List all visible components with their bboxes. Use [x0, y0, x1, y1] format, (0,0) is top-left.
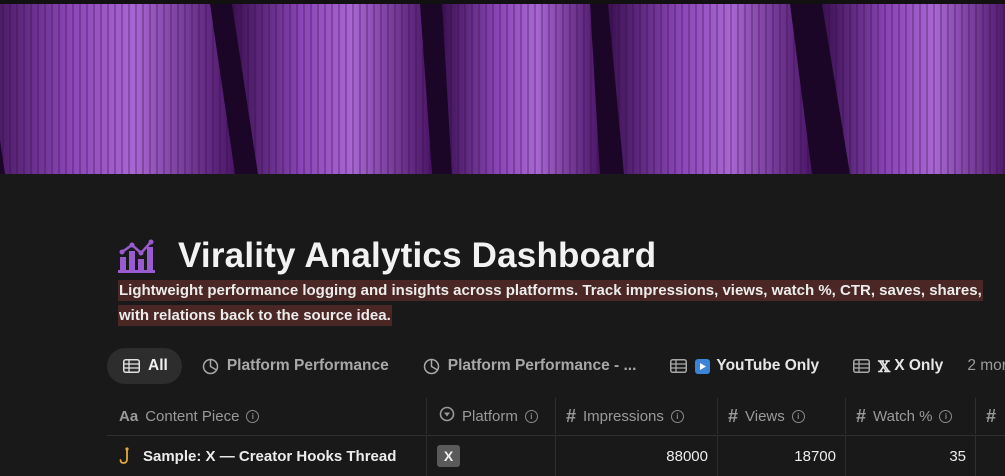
tab-youtube-only[interactable]: YouTube Only [654, 348, 833, 384]
column-label: Content Piece [145, 407, 240, 425]
cover-image[interactable] [0, 0, 1005, 174]
cell-next[interactable] [976, 436, 1005, 476]
hook-icon [119, 447, 133, 465]
youtube-play-icon [695, 358, 711, 374]
page-title[interactable]: Virality Analytics Dashboard [178, 236, 656, 276]
page-description[interactable]: Lightweight performance logging and insi… [118, 279, 988, 328]
page-header: Virality Analytics Dashboard [118, 232, 656, 280]
column-header-views[interactable]: # Views i [718, 398, 846, 434]
tab-x-only[interactable]: 𝕏 X Only [837, 348, 957, 384]
tab-platform-performance-2[interactable]: Platform Performance - ... [407, 348, 651, 384]
info-icon: i [939, 409, 953, 423]
table-icon [670, 359, 688, 373]
tab-label: X Only [894, 357, 944, 374]
cell-content-piece[interactable]: Sample: X — Creator Hooks Thread [107, 436, 427, 476]
tab-all[interactable]: All [107, 348, 182, 384]
number-property-icon: # [986, 405, 997, 426]
page-description-text: Lightweight performance logging and insi… [118, 280, 983, 326]
content-piece-title: Sample: X — Creator Hooks Thread [143, 447, 397, 465]
table-header: Aa Content Piece i Platform i # Impressi… [107, 398, 1005, 434]
pie-chart-icon [202, 358, 219, 375]
tab-label: YouTube Only [716, 357, 820, 374]
column-header-content-piece[interactable]: Aa Content Piece i [107, 398, 427, 434]
cell-platform[interactable]: X [427, 436, 556, 476]
info-icon: i [670, 409, 684, 423]
tab-label: Platform Performance - ... [447, 357, 637, 374]
column-header-watch-pct[interactable]: # Watch % i [846, 398, 976, 434]
view-tabs: All Platform Performance Platform Perfor… [107, 347, 1005, 385]
tab-label: Platform Performance [226, 357, 389, 374]
select-property-icon [439, 406, 455, 426]
cell-watch-pct[interactable]: 35 [846, 436, 976, 476]
table-icon [123, 359, 140, 373]
info-icon: i [246, 409, 260, 423]
info-icon: i [791, 409, 805, 423]
number-property-icon: # [728, 405, 739, 426]
more-views-button[interactable]: 2 mor [961, 357, 1005, 375]
text-property-icon: Aa [119, 407, 139, 425]
column-label: Views [745, 407, 785, 425]
table-icon [853, 359, 871, 373]
column-header-platform[interactable]: Platform i [427, 398, 556, 434]
table-row[interactable]: Sample: X — Creator Hooks Thread X 88000… [107, 435, 1005, 476]
number-property-icon: # [566, 405, 577, 426]
cell-impressions[interactable]: 88000 [556, 436, 718, 476]
column-header-impressions[interactable]: # Impressions i [556, 398, 718, 434]
pie-chart-icon [423, 358, 440, 375]
x-logo-icon: 𝕏 [878, 356, 891, 376]
number-property-icon: # [856, 405, 867, 426]
platform-tag: X [437, 445, 460, 467]
column-header-next[interactable]: # [976, 398, 1005, 434]
column-label: Platform [462, 407, 518, 425]
info-icon: i [524, 409, 538, 423]
tab-platform-performance[interactable]: Platform Performance [186, 348, 403, 384]
bar-chart-icon[interactable] [118, 237, 156, 275]
column-label: Watch % [873, 407, 933, 425]
cell-views[interactable]: 18700 [718, 436, 846, 476]
tab-label: All [148, 357, 168, 374]
column-label: Impressions [583, 407, 664, 425]
